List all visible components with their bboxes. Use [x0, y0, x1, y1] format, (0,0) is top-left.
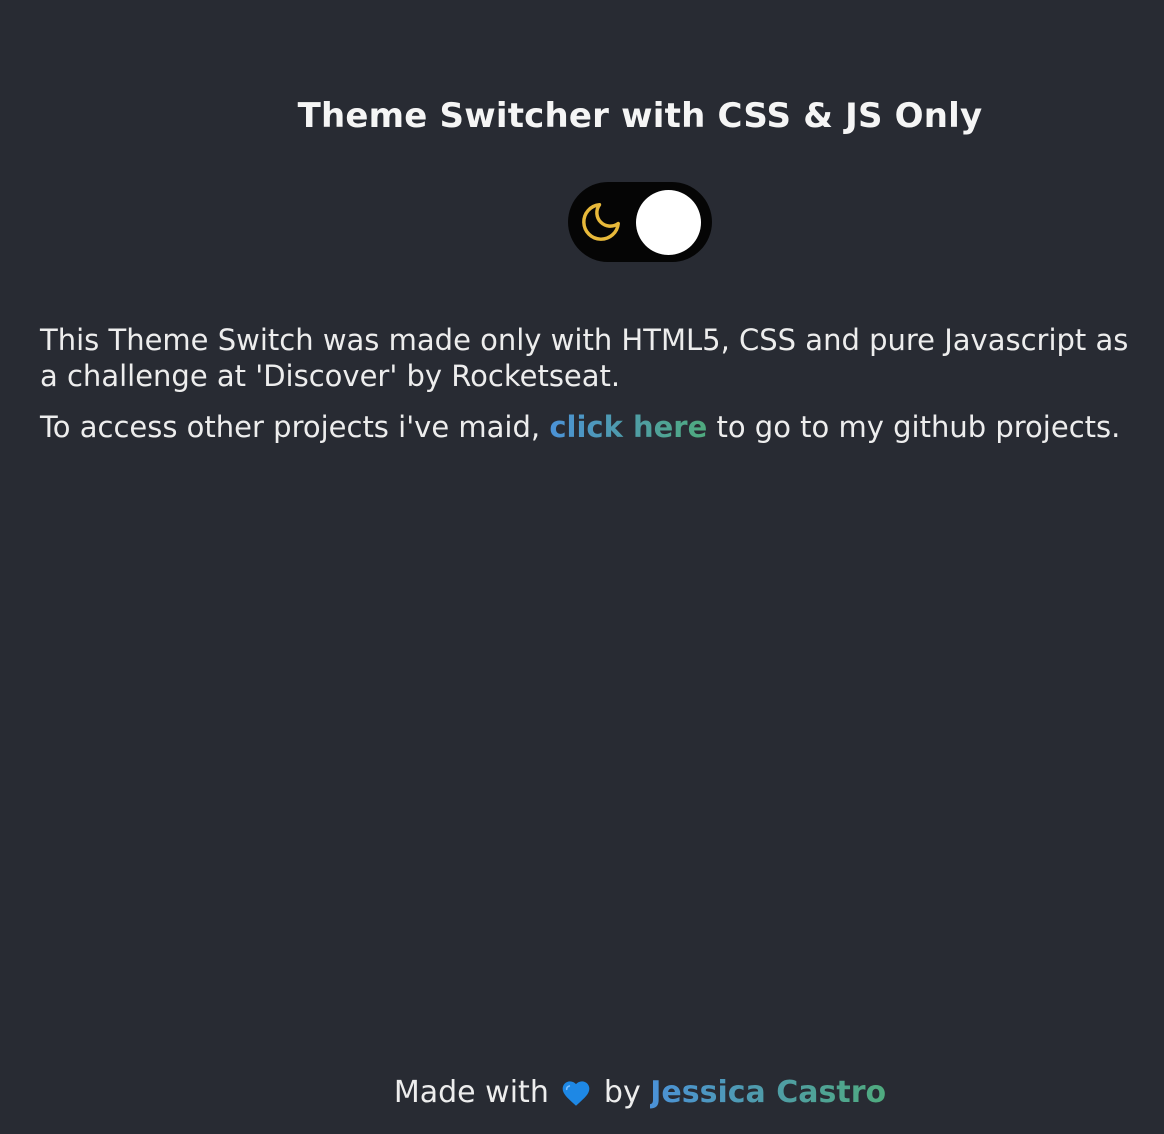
description-paragraph: This Theme Switch was made only with HTM…: [40, 323, 1129, 393]
projects-text-before: To access other projects i've maid,: [40, 410, 550, 444]
page-title: Theme Switcher with CSS & JS Only: [297, 96, 983, 136]
description: This Theme Switch was made only with HTM…: [40, 322, 1140, 445]
projects-paragraph: To access other projects i've maid, clic…: [40, 409, 1140, 445]
theme-toggle[interactable]: [568, 182, 712, 262]
footer-by: by: [603, 1075, 651, 1110]
author-link[interactable]: Jessica Castro: [650, 1075, 886, 1110]
projects-text-after: to go to my github projects.: [707, 410, 1121, 444]
github-projects-link[interactable]: click here: [549, 410, 707, 444]
blue-heart-icon: [560, 1077, 592, 1115]
toggle-knob[interactable]: [636, 190, 701, 255]
footer-made-with: Made with: [393, 1075, 559, 1110]
footer: Made with by Jessica Castro: [0, 1075, 1164, 1115]
